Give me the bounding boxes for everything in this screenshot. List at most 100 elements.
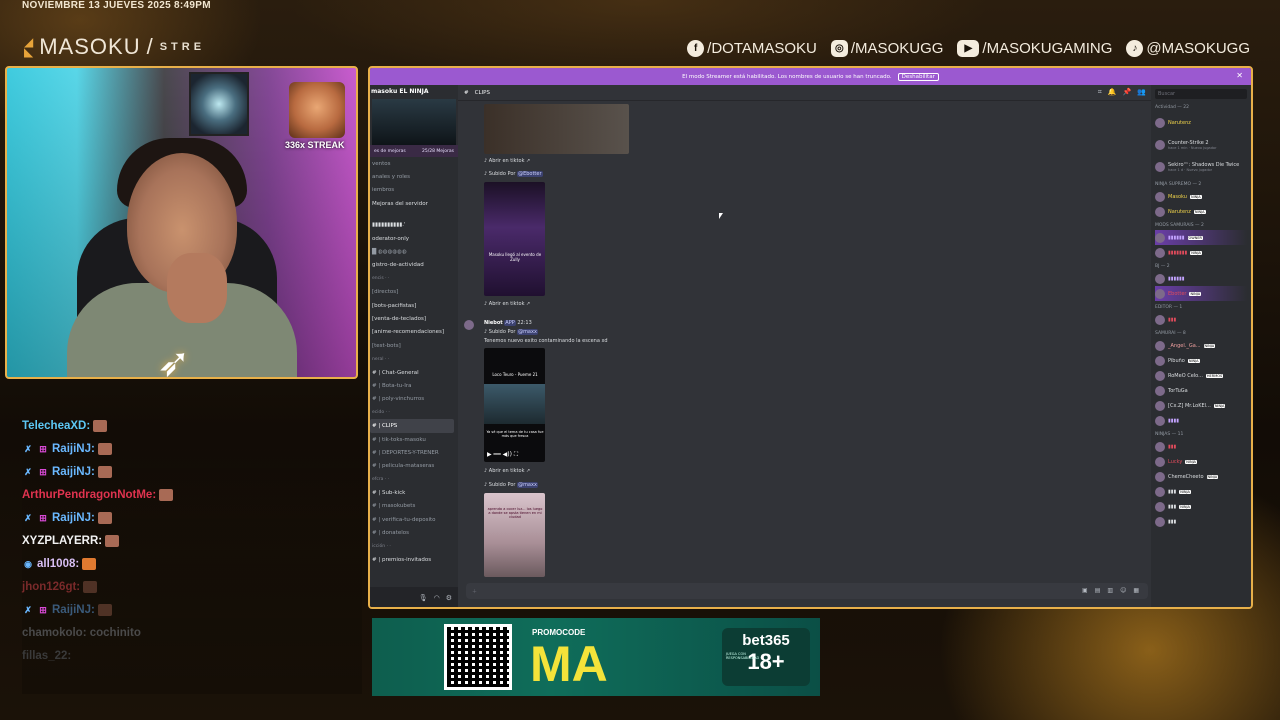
gif-icon[interactable]: ▤ bbox=[1095, 587, 1101, 594]
channel-item[interactable]: gistro-de-actividad bbox=[370, 259, 458, 272]
member-item[interactable]: ▮▮▮▮▮▮▮ NINJA bbox=[1155, 245, 1247, 260]
member-item[interactable]: ▮▮▮ bbox=[1155, 514, 1247, 529]
chat-username[interactable]: RaijiNJ: bbox=[52, 512, 95, 524]
chat-username[interactable]: ArthurPendragonNotMe: bbox=[22, 489, 156, 501]
member-item[interactable]: ▮▮▮▮▮▮ OWNER bbox=[1155, 230, 1247, 245]
chat-username[interactable]: jhon126gt: bbox=[22, 581, 80, 593]
channel-item[interactable]: anales y roles bbox=[370, 170, 458, 183]
activity-card[interactable]: Counter-Strike 2 hace 1 min · Nuevo jugad… bbox=[1155, 134, 1247, 156]
channel-item[interactable]: # | DEPORTES-Y-TRENER bbox=[370, 446, 458, 459]
channel-item[interactable]: # | poly-vinchurros bbox=[370, 393, 458, 406]
channel-item[interactable]: # | tik-toks-masoku bbox=[370, 433, 458, 446]
video-embed-2[interactable]: Masoku llegó al evento de Zully bbox=[484, 182, 545, 296]
close-icon[interactable]: ✕ bbox=[1236, 71, 1243, 80]
bell-icon[interactable]: 🔔 bbox=[1108, 88, 1117, 97]
member-item[interactable]: Ebotter NINJA bbox=[1155, 286, 1247, 301]
member-item[interactable]: ▮▮▮ bbox=[1155, 312, 1247, 327]
channel-item[interactable]: [bots-pacifistas] bbox=[370, 299, 458, 312]
channel-item[interactable]: oderator-only bbox=[370, 232, 458, 245]
play-icon[interactable]: ▶ ━━ ◀)) ⛶ bbox=[487, 451, 518, 459]
chat-username[interactable]: RaijiNJ: bbox=[52, 443, 95, 455]
social-link-2[interactable]: ▶/MASOKUGAMING bbox=[957, 40, 1112, 57]
channel-item[interactable]: # | pelicula-mataseras bbox=[370, 460, 458, 473]
author-avatar[interactable] bbox=[464, 320, 474, 330]
channel-item[interactable]: # | Chat-General bbox=[370, 366, 458, 379]
chat-username[interactable]: chamokolo: cochinito bbox=[22, 627, 141, 639]
member-item[interactable]: ▮▮▮▮▮▮ bbox=[1155, 271, 1247, 286]
apps-icon[interactable]: ▦ bbox=[1133, 587, 1139, 594]
search-input[interactable]: Buscar bbox=[1155, 89, 1247, 99]
video-embed-4[interactable]: aprenda a cocer luz... los luego a donde… bbox=[484, 493, 545, 577]
channel-item[interactable]: Mejoras del servidor bbox=[370, 197, 458, 210]
member-item[interactable]: Narutenz NINJA bbox=[1155, 204, 1247, 219]
channel-item[interactable]: [directos] bbox=[370, 286, 458, 299]
channel-item[interactable]: # | donatelos bbox=[370, 527, 458, 540]
pin-icon[interactable]: 📌 bbox=[1123, 88, 1132, 97]
member-item[interactable]: ChemeCheeto NINJA bbox=[1155, 469, 1247, 484]
member-item[interactable]: Masoku NINJA bbox=[1155, 189, 1247, 204]
channel-item[interactable]: encis · · bbox=[370, 272, 458, 285]
chat-username[interactable]: XYZPLAYERR: bbox=[22, 535, 102, 547]
chat-username[interactable]: all1008: bbox=[37, 558, 79, 570]
member-item[interactable]: [Cx.Z] Mr.LoKEl... NINJA bbox=[1155, 398, 1247, 413]
channel-item[interactable]: ▮▮▮▮▮▮▮▮▮▮.' bbox=[370, 219, 458, 232]
member-item[interactable]: ▮▮▮ NINJA bbox=[1155, 499, 1247, 514]
member-item[interactable]: ▮▮▮ NINJA bbox=[1155, 484, 1247, 499]
video-embed-3[interactable]: Loco Teuro - Pueme 21 Ya sé que el tema … bbox=[484, 348, 545, 462]
open-tiktok-link-2[interactable]: ♪ Abrir en tiktok ↗ bbox=[484, 301, 530, 307]
chat-username[interactable]: fillas_22: bbox=[22, 650, 71, 662]
sticker-icon[interactable]: ▥ bbox=[1107, 587, 1113, 594]
video-embed-1[interactable] bbox=[484, 104, 629, 154]
channel-item[interactable]: # | premios-invitados bbox=[370, 553, 458, 566]
disable-streamer-button[interactable]: Deshabilitar bbox=[897, 72, 939, 81]
channel-item[interactable]: █ ◍◍◍◍◍◍ bbox=[370, 245, 458, 258]
channel-item[interactable]: # | CLIPS bbox=[370, 419, 454, 433]
chat-username[interactable]: TelecheaXD: bbox=[22, 420, 90, 432]
author-name[interactable]: Niebot bbox=[484, 320, 503, 326]
avatar bbox=[1155, 140, 1165, 150]
member-item[interactable]: Pibuño NINJA bbox=[1155, 353, 1247, 368]
channel-item[interactable]: # | masokubets bbox=[370, 500, 458, 513]
social-link-1[interactable]: ◎/MASOKUGG bbox=[830, 40, 943, 57]
headphones-icon[interactable]: ◠ bbox=[434, 594, 440, 602]
open-tiktok-link-1[interactable]: ♪ Abrir en tiktok ↗ bbox=[484, 158, 530, 164]
social-link-0[interactable]: f/DOTAMASOKU bbox=[687, 40, 817, 57]
channel-item[interactable]: ecido · · bbox=[370, 406, 458, 419]
boost-progress[interactable]: es de mejoras 25/28 Mejoras bbox=[370, 145, 458, 157]
gear-icon[interactable]: ⚙ bbox=[446, 594, 452, 602]
activity-card[interactable]: Sekiro™: Shadows Die Twice hace 1 d · Nue… bbox=[1155, 156, 1247, 178]
channel-item[interactable]: icción · · bbox=[370, 540, 458, 553]
channel-item[interactable]: [anime-recomendaciones] bbox=[370, 326, 458, 339]
channel-item[interactable]: # | verifica-tu-deposito bbox=[370, 513, 458, 526]
message-input[interactable]: ＋ bbox=[466, 583, 1148, 599]
channel-item[interactable]: # | Sub-kick bbox=[370, 486, 458, 499]
emoji-icon[interactable]: ☺ bbox=[1120, 587, 1126, 594]
channel-item[interactable]: iembros bbox=[370, 184, 458, 197]
channel-item[interactable]: ventos bbox=[370, 157, 458, 170]
channel-item[interactable]: [test-bots] bbox=[370, 339, 458, 352]
member-item[interactable]: Lucky NINJA bbox=[1155, 454, 1247, 469]
channel-item[interactable]: [venta-de-teclados] bbox=[370, 312, 458, 325]
channel-item[interactable]: # | Bota-tu-Ira bbox=[370, 379, 458, 392]
open-tiktok-link-3[interactable]: ♪ Abrir en tiktok ↗ bbox=[484, 468, 530, 474]
channel-item[interactable]: efcra · · bbox=[370, 473, 458, 486]
add-icon[interactable]: ＋ bbox=[472, 588, 477, 595]
qr-code[interactable] bbox=[444, 624, 512, 690]
server-name[interactable]: masoku EL NINJA bbox=[370, 85, 458, 99]
threads-icon[interactable]: ⌗ bbox=[1098, 88, 1102, 97]
member-item[interactable]: ▮▮▮▮ bbox=[1155, 413, 1247, 428]
activity-card[interactable]: Narutenz bbox=[1155, 112, 1247, 134]
emote-icon bbox=[83, 580, 98, 593]
members-icon[interactable]: 👥 bbox=[1137, 88, 1146, 97]
channel-item[interactable]: neral · · bbox=[370, 352, 458, 365]
mic-icon[interactable]: 🎙 bbox=[419, 594, 428, 602]
member-item[interactable]: TorTuGa bbox=[1155, 383, 1247, 398]
chat-username[interactable]: RaijiNJ: bbox=[52, 466, 95, 478]
chat-username[interactable]: RaijiNJ: bbox=[52, 604, 95, 616]
member-item[interactable]: _Angel._Ga... NINJA bbox=[1155, 338, 1247, 353]
member-item[interactable]: RoMeO Celo... HERMOS bbox=[1155, 368, 1247, 383]
member-item[interactable]: ▮▮▮ bbox=[1155, 439, 1247, 454]
gift-icon[interactable]: ▣ bbox=[1082, 587, 1088, 594]
discord-window[interactable]: El modo Streamer está habilitado. Los no… bbox=[368, 66, 1253, 609]
social-link-3[interactable]: ♪ @MASOKUGG bbox=[1126, 40, 1250, 57]
